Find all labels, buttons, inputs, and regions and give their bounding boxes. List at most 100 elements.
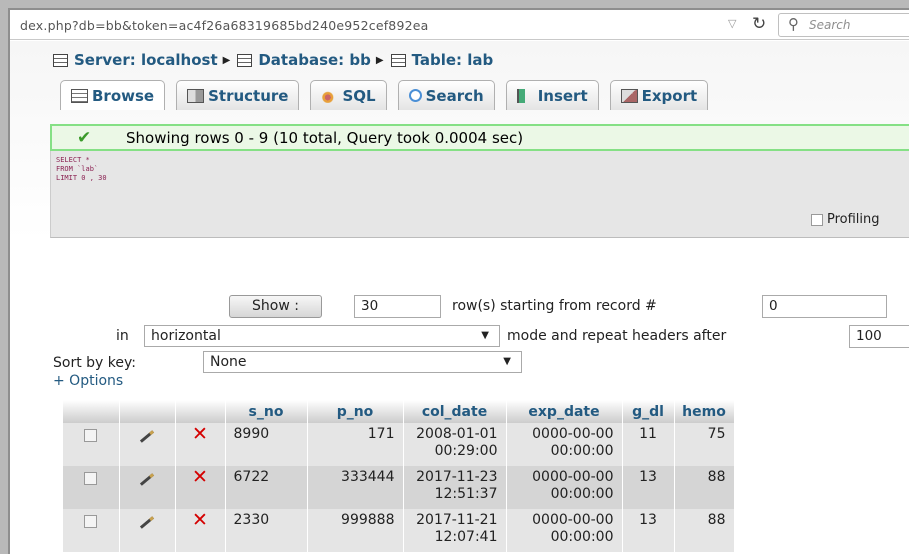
database-icon xyxy=(237,53,253,67)
cell-hemo: 88 xyxy=(674,509,735,552)
exp-date-day: 0000-00-00 xyxy=(532,426,614,442)
start-record-input[interactable]: 0 xyxy=(762,295,887,318)
table-header-row: s_no p_no col_date exp_date g_dl hemo xyxy=(63,400,735,423)
magnifier-icon xyxy=(408,89,422,102)
url-text[interactable]: dex.php?db=bb&token=ac4f26a68319685bd240… xyxy=(20,18,429,33)
repeat-headers-input[interactable]: 100 xyxy=(849,325,909,348)
exp-date-day: 0000-00-00 xyxy=(532,469,614,485)
address-bar[interactable]: dex.php?db=bb&token=ac4f26a68319685bd240… xyxy=(10,10,909,40)
tab-sql-label: SQL xyxy=(342,87,376,105)
header-edit-col xyxy=(119,400,176,423)
sort-by-key-select[interactable]: None ▼ xyxy=(203,351,522,373)
column-header-s-no[interactable]: s_no xyxy=(225,400,308,423)
search-icon: ⚲ xyxy=(788,15,799,33)
exp-date-time: 00:00:00 xyxy=(550,486,614,502)
column-header-p-no[interactable]: p_no xyxy=(307,400,404,423)
header-delete-col xyxy=(175,400,226,423)
cell-exp-date: 0000-00-00 00:00:00 xyxy=(506,466,623,509)
tab-export[interactable]: Export xyxy=(609,80,709,110)
display-mode-select[interactable]: horizontal ▼ xyxy=(144,325,500,347)
cell-col-date: 2017-11-23 12:51:37 xyxy=(403,466,507,509)
success-message: ✔ Showing rows 0 - 9 (10 total, Query to… xyxy=(50,124,909,151)
mode-label: mode and repeat headers after xyxy=(507,328,727,344)
delete-x-icon[interactable]: ✕ xyxy=(192,509,208,531)
row-checkbox[interactable] xyxy=(84,515,98,528)
tab-insert-label: Insert xyxy=(537,87,588,105)
column-header-hemo[interactable]: hemo xyxy=(674,400,735,423)
delete-x-icon[interactable]: ✕ xyxy=(192,466,208,488)
sort-by-key-value: None xyxy=(210,354,247,370)
structure-icon xyxy=(187,89,205,103)
tab-browse[interactable]: Browse xyxy=(60,80,166,110)
pencil-icon[interactable] xyxy=(139,473,155,486)
col-date-day: 2017-11-21 xyxy=(416,512,498,528)
chevron-right-icon: ▶ xyxy=(375,54,384,66)
profiling-checkbox[interactable] xyxy=(811,213,823,226)
sql-query-text[interactable]: SELECT * FROM `lab` LIMIT 0 , 30 xyxy=(56,156,107,183)
pencil-icon[interactable] xyxy=(139,516,155,529)
breadcrumb-server[interactable]: Server: localhost xyxy=(53,51,218,69)
dropdown-caret-icon: ▼ xyxy=(503,356,511,367)
browser-window: dex.php?db=bb&token=ac4f26a68319685bd240… xyxy=(8,8,909,554)
cell-s-no: 8990 xyxy=(225,423,308,466)
cell-col-date: 2017-11-21 12:07:41 xyxy=(403,509,507,552)
exp-date-time: 00:00:00 xyxy=(550,529,614,545)
tab-search-label: Search xyxy=(425,87,484,105)
table-row: ✕ 2330 999888 2017-11-21 12:07:41 0000-00… xyxy=(63,509,735,552)
show-button[interactable]: Show : xyxy=(229,295,322,318)
sql-query-box: SELECT * FROM `lab` LIMIT 0 , 30 Profili… xyxy=(50,151,909,238)
cell-s-no: 2330 xyxy=(225,509,308,552)
edit-cell xyxy=(119,423,176,466)
breadcrumb-table-label[interactable]: Table: lab xyxy=(412,51,494,69)
cell-hemo: 75 xyxy=(674,423,735,466)
tab-sql[interactable]: SQL xyxy=(310,80,387,110)
cell-p-no: 999888 xyxy=(307,509,404,552)
tab-insert[interactable]: Insert xyxy=(505,80,599,110)
row-select-cell xyxy=(63,509,120,552)
delete-cell: ✕ xyxy=(175,466,226,509)
tab-structure[interactable]: Structure xyxy=(176,80,300,110)
cell-s-no: 6722 xyxy=(225,466,308,509)
rows-count-input[interactable]: 30 xyxy=(354,295,441,318)
column-header-col-date[interactable]: col_date xyxy=(403,400,507,423)
browse-icon xyxy=(71,89,88,103)
row-checkbox[interactable] xyxy=(84,472,98,485)
tab-search[interactable]: Search xyxy=(397,80,495,110)
url-dropdown-icon[interactable]: ▽ xyxy=(728,17,736,30)
display-mode-value: horizontal xyxy=(151,328,221,344)
cell-p-no: 333444 xyxy=(307,466,404,509)
profiling-label: Profiling xyxy=(827,212,880,227)
breadcrumb-server-label[interactable]: Server: localhost xyxy=(74,51,218,69)
delete-x-icon[interactable]: ✕ xyxy=(192,423,208,445)
row-select-cell xyxy=(63,423,120,466)
server-icon xyxy=(53,53,68,67)
delete-cell: ✕ xyxy=(175,423,226,466)
row-checkbox[interactable] xyxy=(84,429,98,442)
browser-search-box[interactable]: ⚲ Search xyxy=(778,13,909,37)
breadcrumb-table[interactable]: Table: lab xyxy=(390,51,494,69)
table-row: ✕ 6722 333444 2017-11-23 12:51:37 0000-00… xyxy=(63,466,735,509)
export-icon xyxy=(620,89,638,103)
tab-export-label: Export xyxy=(641,87,698,105)
row-select-cell xyxy=(63,466,120,509)
reload-icon[interactable]: ↻ xyxy=(752,14,766,34)
insert-icon xyxy=(516,89,534,103)
tab-browse-label: Browse xyxy=(92,87,155,105)
column-header-g-dl[interactable]: g_dl xyxy=(622,400,675,423)
cell-p-no: 171 xyxy=(307,423,404,466)
col-date-time: 12:07:41 xyxy=(434,529,498,545)
breadcrumb-database[interactable]: Database: bb xyxy=(237,51,371,69)
col-date-day: 2017-11-23 xyxy=(416,469,498,485)
column-header-exp-date[interactable]: exp_date xyxy=(506,400,623,423)
col-date-time: 12:51:37 xyxy=(434,486,498,502)
results-table: s_no p_no col_date exp_date g_dl hemo ✕ … xyxy=(63,400,735,552)
cell-hemo: 88 xyxy=(674,466,735,509)
options-link[interactable]: + Options xyxy=(53,373,123,389)
cell-g-dl: 13 xyxy=(622,509,675,552)
breadcrumb-database-label[interactable]: Database: bb xyxy=(258,51,371,69)
profiling-option[interactable]: Profiling xyxy=(811,212,880,227)
dropdown-caret-icon: ▼ xyxy=(481,330,489,341)
row-start-label: row(s) starting from record # xyxy=(452,298,657,314)
sort-by-key-label: Sort by key: xyxy=(53,355,136,371)
pencil-icon[interactable] xyxy=(139,430,155,443)
